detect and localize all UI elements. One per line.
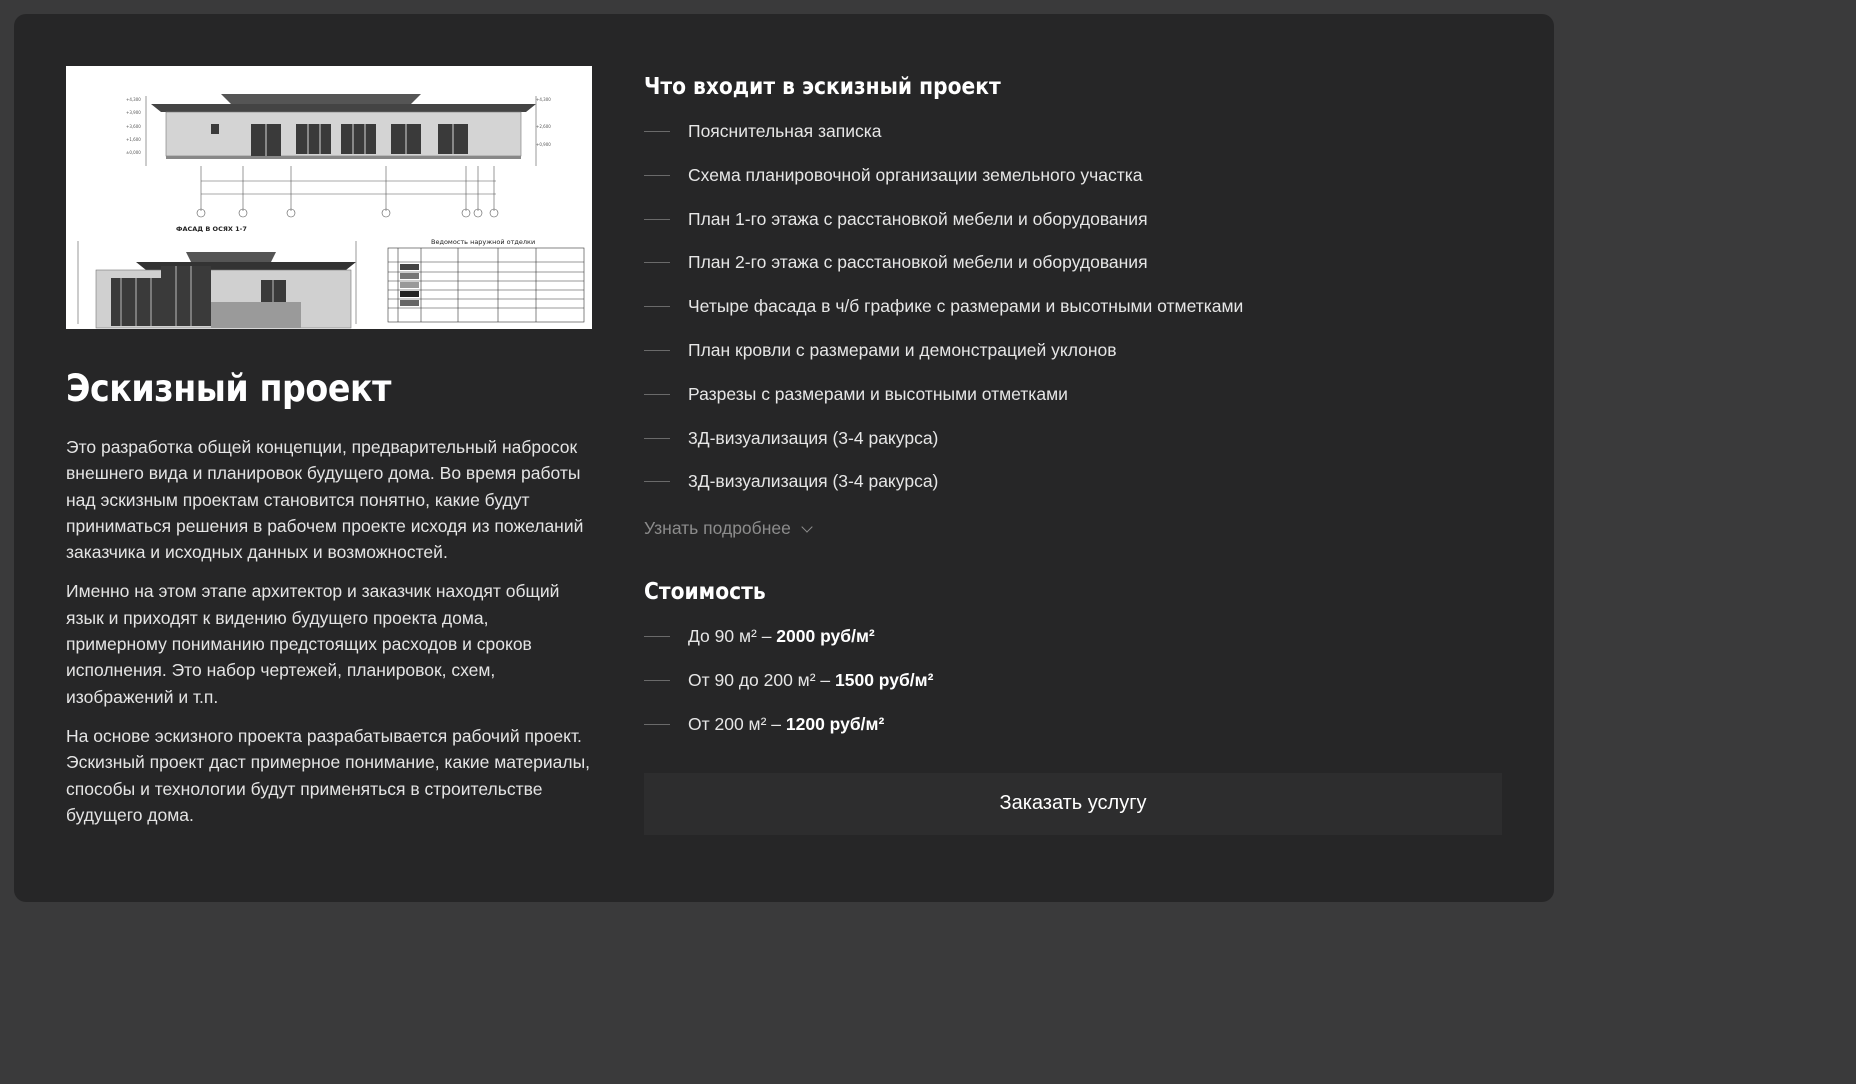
description-paragraph: На основе эскизного проекта разрабатывае…: [66, 725, 591, 825]
price-value: 2000 руб/м²: [776, 626, 875, 647]
list-item-label: Четыре фасада в ч/б графике с размерами …: [688, 296, 1244, 317]
description-paragraph: Именно на этом этапе архитектор и заказч…: [66, 581, 560, 707]
list-item-label: Разрезы с размерами и высотными отметкам…: [688, 383, 1068, 404]
price-range: До 90 м² –: [688, 626, 777, 647]
list-item: Пояснительная записка: [644, 110, 1504, 154]
dash-icon: [644, 174, 670, 176]
list-item: 3Д-визуализация (3-4 ракурса): [644, 417, 1504, 461]
chevron-down-icon: [801, 521, 813, 533]
dash-icon: [644, 218, 670, 220]
svg-text:+2,600: +2,600: [536, 124, 551, 129]
price-value: 1500 руб/м²: [835, 669, 934, 690]
list-item-label: План 1-го этажа с расстановкой мебели и …: [688, 208, 1148, 229]
svg-text:±0,000: ±0,000: [126, 150, 141, 155]
price-range: От 200 м² –: [688, 713, 786, 734]
list-item-label: План 2-го этажа с расстановкой мебели и …: [688, 252, 1148, 273]
service-card: +4,300 +3,900 +3,600 +1,600 ±0,000 +4,300 +…: [14, 14, 1554, 902]
dash-icon: [644, 723, 670, 725]
drawing-caption: ФАСАД В ОСЯХ 1-7: [176, 225, 247, 233]
list-item-label: Пояснительная записка: [688, 121, 882, 141]
svg-text:+4,300: +4,300: [126, 97, 141, 102]
dash-icon: [644, 679, 670, 681]
cost-heading: Стоимость: [644, 579, 766, 606]
learn-more-label: Узнать подробнее: [644, 518, 791, 539]
page-title: Эскизный проект: [66, 367, 391, 410]
description-paragraph: Это разработка общей концепции, предвари…: [66, 437, 584, 563]
dash-icon: [644, 481, 670, 483]
order-service-button[interactable]: Заказать услугу: [644, 772, 1502, 835]
list-item-label: План кровли с размерами и демонстрацией …: [688, 339, 1117, 360]
dash-icon: [644, 393, 670, 395]
dash-icon: [644, 306, 670, 308]
includes-list: Пояснительная записка Схема планировочно…: [644, 110, 1504, 504]
price-item: От 200 м² – 1200 руб/м²: [644, 703, 1504, 747]
list-item: Четыре фасада в ч/б графике с размерами …: [644, 285, 1504, 329]
dash-icon: [644, 636, 670, 638]
price-range: От 90 до 200 м² –: [688, 669, 835, 690]
price-list: До 90 м² – 2000 руб/м² От 90 до 200 м² –…: [644, 615, 1504, 746]
list-item: План 2-го этажа с расстановкой мебели и …: [644, 241, 1504, 285]
dash-icon: [644, 131, 670, 132]
dash-icon: [644, 262, 670, 264]
dash-icon: [644, 349, 670, 351]
price-value: 1200 руб/м²: [785, 713, 885, 734]
dash-icon: [644, 437, 670, 439]
svg-text:+4,300: +4,300: [536, 97, 551, 102]
learn-more-link[interactable]: Узнать подробнее: [644, 518, 813, 539]
includes-heading: Что входит в эскизный проект: [644, 74, 1001, 100]
list-item: План кровли с размерами и демонстрацией …: [644, 329, 1504, 373]
list-item-label: 3Д-визуализация (3-4 ракурса): [688, 471, 939, 492]
svg-text:+3,600: +3,600: [126, 124, 141, 129]
list-item: Разрезы с размерами и высотными отметкам…: [644, 373, 1504, 417]
svg-text:+3,900: +3,900: [126, 110, 141, 115]
drawing-table-title: Ведомость наружной отделки: [431, 238, 535, 246]
list-item-label: 3Д-визуализация (3-4 ракурса): [688, 427, 939, 448]
price-item: До 90 м² – 2000 руб/м²: [644, 615, 1504, 659]
left-column: +4,300 +3,900 +3,600 +1,600 ±0,000 +4,300 +…: [66, 66, 592, 828]
facade-drawing-image: +4,300 +3,900 +3,600 +1,600 ±0,000 +4,300 +…: [66, 66, 592, 329]
list-item: Схема планировочной организации земельно…: [644, 154, 1504, 198]
right-column: Что входит в эскизный проект Пояснительн…: [644, 72, 1504, 835]
list-item: 3Д-визуализация (3-4 ракурса): [644, 460, 1504, 504]
list-item-label: Схема планировочной организации земельно…: [688, 164, 1143, 185]
svg-text:+1,600: +1,600: [126, 137, 141, 142]
price-item: От 90 до 200 м² – 1500 руб/м²: [644, 659, 1504, 703]
list-item: План 1-го этажа с расстановкой мебели и …: [644, 198, 1504, 242]
svg-text:+0,900: +0,900: [536, 142, 551, 147]
